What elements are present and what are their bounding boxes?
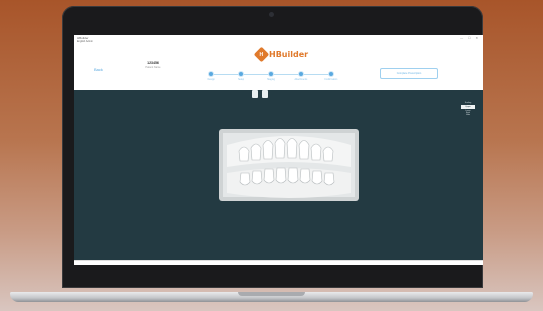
copy-icon[interactable] [262, 90, 268, 98]
step-confirmation[interactable]: Confirmation [318, 71, 344, 81]
title-bar: HBuilder English Admin — ☐ ✕ [74, 35, 483, 43]
status-bar [74, 260, 483, 265]
step-label: Setup [238, 79, 245, 81]
side-panel: Scaling Upper Lower Both Hide [461, 102, 475, 116]
case-info: 123456 Patient Name [134, 61, 172, 75]
step-dot [208, 71, 215, 77]
view-toolbar [252, 90, 268, 98]
logo-text: HBuilder [269, 49, 309, 59]
step-dot [238, 71, 245, 77]
step-staging[interactable]: Staging [258, 71, 284, 81]
window-controls[interactable]: — ☐ ✕ [460, 36, 480, 40]
workflow-steps: Design Setup Staging Attachments Confirm… [206, 71, 337, 83]
step-dot [297, 71, 304, 77]
step-label: Staging [267, 79, 275, 81]
side-item-selected[interactable]: Upper [461, 105, 475, 109]
case-id: 123456 [147, 61, 159, 65]
dental-model-3d[interactable] [219, 123, 359, 208]
step-dot [268, 71, 274, 77]
side-item[interactable]: Hide [461, 114, 475, 116]
3d-viewport[interactable]: Scaling Upper Lower Both Hide [74, 90, 483, 260]
document-icon[interactable] [252, 90, 258, 98]
camera-icon [269, 12, 274, 17]
step-label: Design [207, 79, 215, 81]
header: Back 123456 Patient Name H HBuilder Desi… [74, 43, 483, 90]
back-button[interactable]: Back [94, 67, 103, 72]
step-label: Attachments [294, 79, 308, 81]
step-dot [327, 71, 334, 77]
complete-button[interactable]: Complete Prescription [380, 68, 438, 79]
case-subtitle: Patient Name [145, 66, 161, 69]
laptop-notch [238, 292, 305, 296]
logo-icon: H [253, 46, 270, 62]
step-attachments[interactable]: Attachments [288, 71, 314, 81]
step-label: Confirmation [324, 79, 338, 81]
side-item[interactable]: Scaling [461, 102, 475, 104]
app-window: HBuilder English Admin — ☐ ✕ Back 123456… [74, 35, 483, 265]
logo: H HBuilder [253, 46, 309, 62]
step-design[interactable]: Design [198, 71, 224, 81]
step-setup[interactable]: Setup [228, 71, 254, 81]
